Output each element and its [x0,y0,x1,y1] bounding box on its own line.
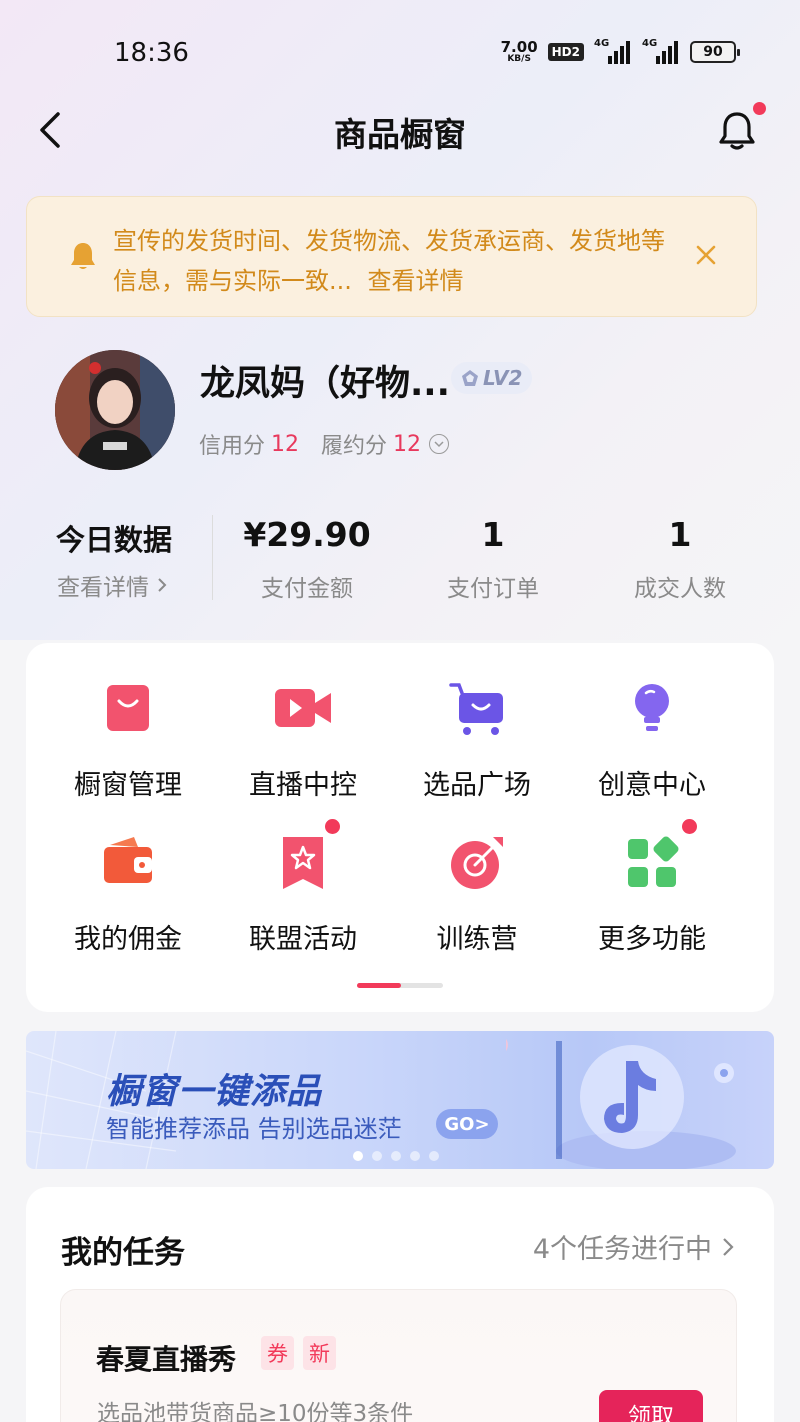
grid-item-label: 训练营 [436,924,518,955]
promo-banner[interactable]: 橱窗一键添品 智能推荐添品 告别选品迷茫 GO> [26,1031,774,1169]
banner-subtitle: 智能推荐添品 告别选品迷茫 [106,1115,402,1143]
signal-label: 4G [642,38,658,49]
chevron-right-icon [158,578,167,592]
claim-button[interactable]: 领取 [599,1390,703,1422]
chevron-right-icon [723,1237,734,1256]
grid-item-creative-center[interactable]: 创意中心 [562,679,742,802]
status-time: 18:36 [114,38,189,68]
task-name: 春夏直播秀 [96,1343,237,1376]
stat-value: 1 [668,515,692,554]
banner-go-button[interactable]: GO> [436,1109,498,1139]
grid-item-live-control[interactable]: 直播中控 [213,679,393,802]
score-line[interactable]: 信用分 12 履约分 12 [199,428,450,460]
wallet-icon [104,837,152,883]
shipping-notice[interactable]: 宣传的发货时间、发货物流、发货承运商、发货地等信息，需与实际一致... 查看详情 [26,196,757,317]
stat-label: 支付金额 [261,576,353,602]
lightbulb-icon [635,684,669,731]
avatar[interactable] [55,350,175,470]
nav-bar: 商品橱窗 [0,100,800,162]
chevron-down-icon[interactable] [429,434,450,454]
level-text: LV2 [483,366,523,390]
grid-item-my-commission[interactable]: 我的佣金 [38,833,218,956]
stat-payment-amount[interactable]: ¥29.90 支付金额 [212,515,402,603]
close-icon[interactable] [694,243,718,267]
tasks-count-link[interactable]: 4个任务进行中 [533,1227,734,1266]
tasks-title: 我的任务 [61,1235,185,1271]
grid-item-alliance-activity[interactable]: 联盟活动 [213,819,393,956]
tasks-count-text: 4个任务进行中 [532,1234,712,1265]
stat-value: ¥29.90 [243,515,371,554]
video-camera-icon [275,689,331,727]
grid-item-label: 选品广场 [423,770,531,801]
shopping-cart-icon [449,683,503,735]
grid-item-product-square[interactable]: 选品广场 [387,679,567,802]
level-badge[interactable]: LV2 [451,362,533,394]
stat-label: 成交人数 [634,576,726,602]
signal-icon: 4G [642,38,680,64]
fulfill-label: 履约分 [321,434,388,459]
shopping-bag-icon [107,685,149,731]
notice-text: 宣传的发货时间、发货物流、发货承运商、发货地等信息，需与实际一致... 查看详情 [113,221,673,301]
fulfill-value: 12 [393,431,422,457]
grid-item-label: 联盟活动 [249,924,357,955]
grid-item-more-functions[interactable]: 更多功能 [562,819,742,956]
function-grid-card: 橱窗管理 直播中控 选品广场 创意中心 我的佣金 联盟活动 训练营 更多功能 [26,643,774,1012]
network-speed: 7.00 KB/S [501,40,538,64]
banner-page-dots [353,1151,439,1161]
bell-icon [719,112,755,150]
coupon-tag: 券 [261,1336,294,1370]
new-badge-dot [682,819,697,834]
signal-icon: 4G [594,38,632,64]
grid-item-label: 我的佣金 [74,924,182,955]
credit-label: 信用分 [199,434,266,459]
grid-page-indicator [357,983,443,988]
status-bar: 18:36 7.00 KB/S HD2 4G 4G 90 [0,0,800,100]
new-badge-dot [325,819,340,834]
grid-item-label: 更多功能 [598,924,706,955]
stat-label: 支付订单 [447,576,539,602]
stat-buyers[interactable]: 1 成交人数 [585,515,775,603]
grid-item-label: 橱窗管理 [74,770,182,801]
banner-title: 橱窗一键添品 [106,1072,323,1112]
star-ribbon-icon [283,837,323,889]
page-title: 商品橱窗 [334,115,466,154]
stat-payment-orders[interactable]: 1 支付订单 [398,515,588,603]
status-icons: 7.00 KB/S HD2 4G 4G 90 [501,38,740,64]
notification-button[interactable] [714,102,766,154]
target-icon [451,837,503,889]
grid-item-showcase-management[interactable]: 橱窗管理 [38,679,218,802]
grid-item-training-camp[interactable]: 训练营 [387,833,567,956]
tiktok-logo-illustration [506,1039,736,1169]
net-speed-value: 7.00 [500,38,538,56]
battery-icon: 90 [690,41,740,63]
apps-grid-icon [628,836,679,887]
net-speed-unit: KB/S [507,54,531,64]
details-label: 查看详情 [57,575,149,601]
level-icon [462,370,478,386]
user-name[interactable]: 龙凤妈（好物... [200,355,450,406]
stat-value: 1 [481,515,505,554]
new-tag: 新 [303,1336,336,1370]
notification-dot [753,102,766,115]
notice-details-link[interactable]: 查看详情 [368,267,464,295]
bell-icon [71,243,95,269]
task-description: 选品池带货商品≥10份等3条件 [97,1401,414,1422]
today-data-heading: 今日数据 [56,523,173,557]
grid-item-label: 创意中心 [598,770,706,801]
grid-item-label: 直播中控 [249,770,357,801]
signal-label: 4G [594,38,610,49]
hd-badge: HD2 [547,43,584,61]
avatar-image [55,350,175,470]
task-item[interactable]: 春夏直播秀 券 新 选品池带货商品≥10份等3条件 领取 [60,1289,737,1422]
credit-value: 12 [271,431,300,457]
today-data-details-link[interactable]: 查看详情 [57,568,167,602]
my-tasks-card: 我的任务 4个任务进行中 春夏直播秀 券 新 选品池带货商品≥10份等3条件 领… [26,1187,774,1422]
